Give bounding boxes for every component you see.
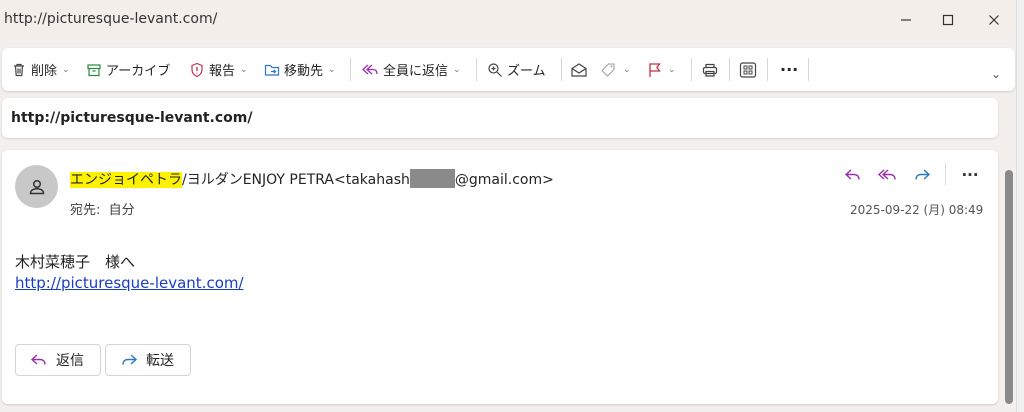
more-icon: ··· <box>961 166 979 184</box>
forward-action-button[interactable] <box>909 164 935 186</box>
report-label: 報告 <box>209 64 236 79</box>
toolbar-divider <box>808 58 809 81</box>
toolbar-divider <box>729 58 730 81</box>
chevron-down-icon: ⌄ <box>240 64 248 75</box>
printer-icon <box>702 63 718 77</box>
chevron-down-icon: ⌄ <box>991 66 1002 81</box>
archive-icon <box>87 63 101 76</box>
print-button[interactable] <box>701 48 719 91</box>
toolbar-divider <box>691 58 692 81</box>
message-date: 2025-09-22 (月) 08:49 <box>850 203 984 217</box>
delete-button[interactable]: 削除 ⌄ <box>11 48 70 91</box>
zoom-button[interactable]: ズーム <box>487 48 546 91</box>
action-divider <box>945 163 946 185</box>
sender-name: /ヨルダンENJOY PETRA<takahash <box>182 172 410 188</box>
sender-line[interactable]: エンジョイペトラ/ヨルダンENJOY PETRA<takahash @gmail.… <box>70 169 554 189</box>
toolbar-divider <box>476 58 477 81</box>
forward-button-label: 転送 <box>146 353 174 369</box>
chevron-down-icon: ⌄ <box>453 64 461 75</box>
forward-button[interactable]: 転送 <box>105 344 191 376</box>
person-icon <box>29 179 44 194</box>
body-link[interactable]: http://picturesque-levant.com/ <box>15 274 244 292</box>
reply-all-icon <box>362 64 378 74</box>
flag-button[interactable]: ⌄ <box>647 48 676 91</box>
reply-icon <box>844 169 860 180</box>
reply-all-action-button[interactable] <box>874 164 900 186</box>
to-value[interactable]: 自分 <box>109 203 135 218</box>
chevron-down-icon: ⌄ <box>62 64 70 75</box>
trash-icon <box>14 63 24 76</box>
maximize-icon <box>942 14 954 26</box>
message-card: エンジョイペトラ/ヨルダンENJOY PETRA<takahash @gmail.… <box>2 150 998 404</box>
delete-label: 削除 <box>31 64 58 79</box>
title-bar: http://picturesque-levant.com/ <box>0 0 1024 40</box>
subject-text: http://picturesque-levant.com/ <box>11 110 253 126</box>
to-label: 宛先: <box>70 203 101 218</box>
reply-icon <box>30 354 46 365</box>
move-button[interactable]: 移動先 ⌄ <box>264 48 336 91</box>
close-button[interactable] <box>975 6 1013 34</box>
toolbar-divider <box>350 58 351 81</box>
folder-move-icon <box>264 64 280 76</box>
flag-icon <box>649 62 661 77</box>
subject-bar: http://picturesque-levant.com/ <box>2 98 998 138</box>
command-toolbar: 削除 ⌄ アーカイブ 報告 ⌄ 移動先 ⌄ 全員に返信 ⌄ ズーム ⌄ ⌄ ··… <box>2 48 1015 91</box>
move-label: 移動先 <box>284 64 324 79</box>
envelope-open-icon <box>571 62 587 77</box>
toolbar-divider <box>561 58 562 81</box>
more-icon: ··· <box>780 60 799 79</box>
chevron-down-icon: ⌄ <box>623 64 631 75</box>
background-window-edge <box>1016 0 1024 412</box>
reply-action-button[interactable] <box>840 164 866 186</box>
maximize-button[interactable] <box>929 6 967 34</box>
tag-icon <box>601 62 615 77</box>
expand-toolbar-button[interactable]: ⌄ <box>991 52 1001 95</box>
tag-button[interactable]: ⌄ <box>600 48 631 91</box>
zoom-label: ズーム <box>507 64 546 79</box>
reply-button[interactable]: 返信 <box>15 344 101 376</box>
sender-email-suffix: @gmail.com> <box>454 172 554 188</box>
zoom-in-icon <box>488 62 502 77</box>
report-button[interactable]: 報告 ⌄ <box>189 48 248 91</box>
reply-button-label: 返信 <box>56 353 84 369</box>
scrollbar-thumb[interactable] <box>1005 170 1013 404</box>
chevron-down-icon: ⌄ <box>668 64 676 75</box>
minimize-button[interactable] <box>887 6 925 34</box>
more-actions-button[interactable]: ··· <box>780 48 798 91</box>
archive-button[interactable]: アーカイブ <box>86 48 170 91</box>
apps-grid-icon <box>739 61 757 78</box>
avatar[interactable] <box>15 165 58 208</box>
body-greeting: 木村菜穂子 様へ <box>15 253 136 271</box>
forward-icon <box>915 169 931 180</box>
shield-alert-icon <box>191 62 203 77</box>
message-more-button[interactable]: ··· <box>957 164 983 186</box>
redaction-box <box>409 169 455 188</box>
forward-icon <box>122 354 138 365</box>
reply-all-icon <box>877 169 896 180</box>
reply-all-button[interactable]: 全員に返信 ⌄ <box>361 48 461 91</box>
mark-read-button[interactable] <box>570 48 588 91</box>
close-icon <box>989 15 999 25</box>
apps-button[interactable] <box>739 48 757 91</box>
archive-label: アーカイブ <box>106 64 171 79</box>
reply-all-label: 全員に返信 <box>383 64 449 79</box>
minimize-icon <box>901 19 911 21</box>
sender-name-highlight: エンジョイペトラ <box>70 172 182 188</box>
window-title: http://picturesque-levant.com/ <box>4 11 218 27</box>
toolbar-divider <box>767 58 768 81</box>
recipient-line: 宛先: 自分 <box>70 199 135 218</box>
chevron-down-icon: ⌄ <box>328 64 336 75</box>
